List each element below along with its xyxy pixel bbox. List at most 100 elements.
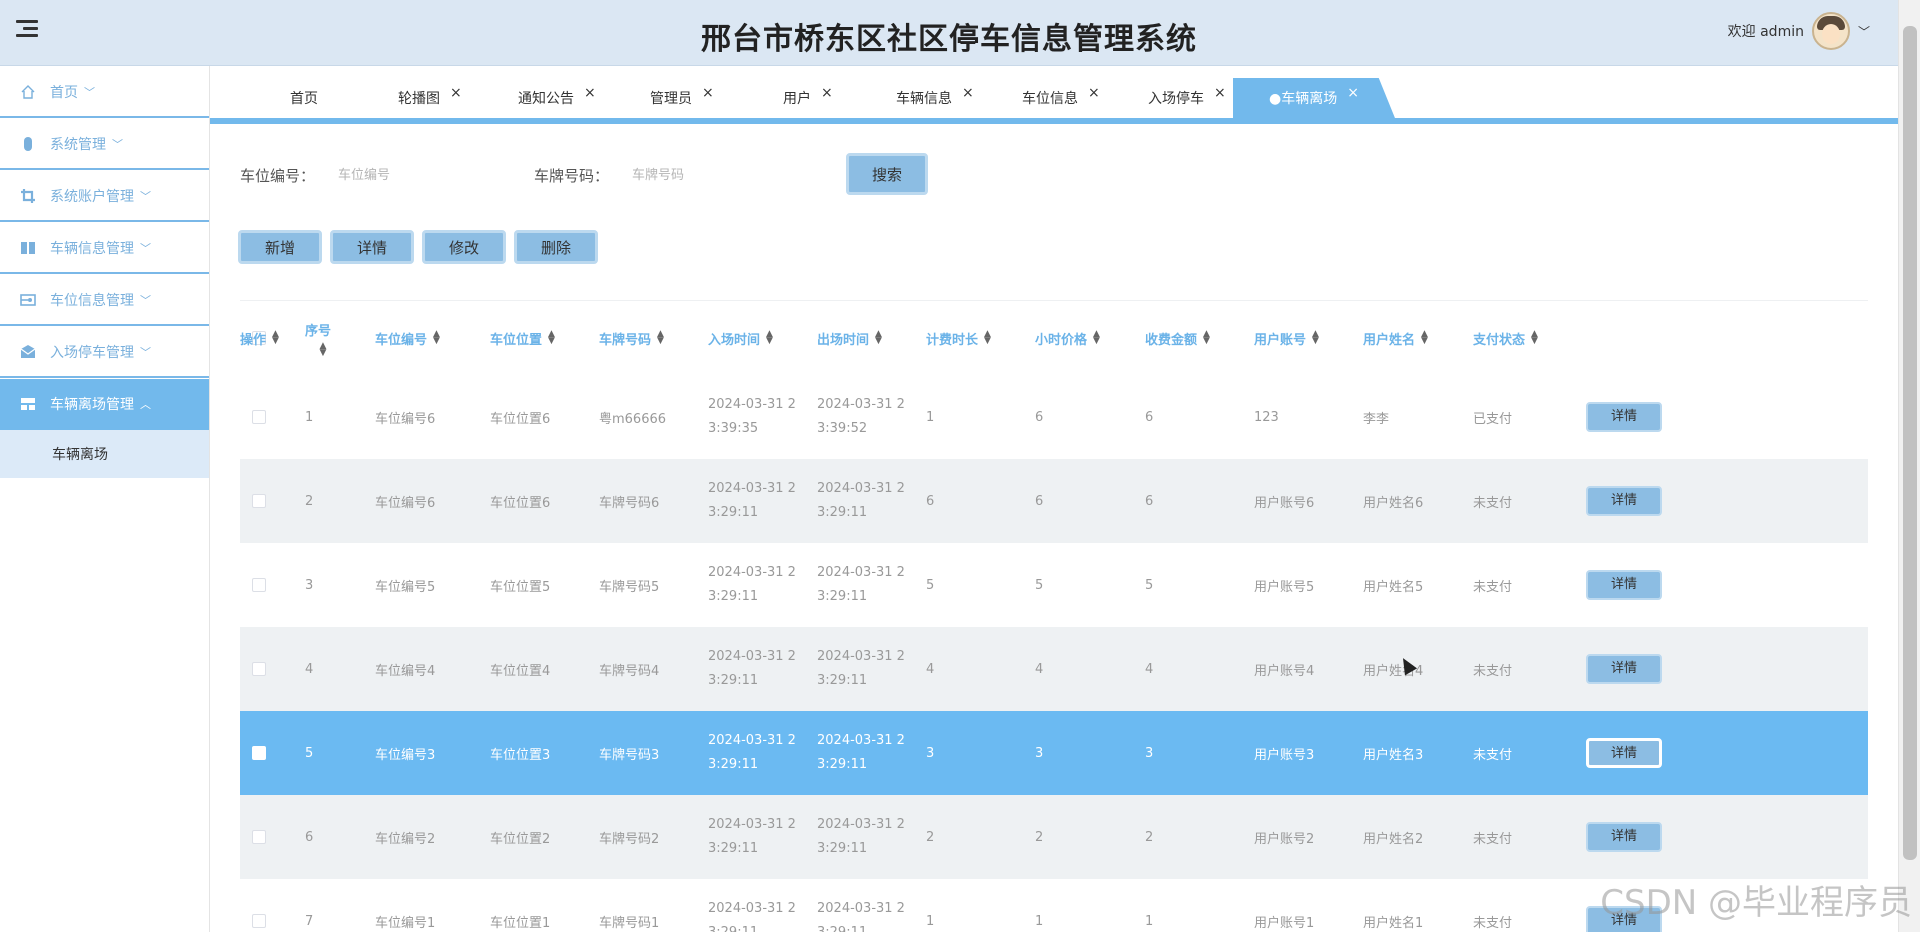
- cell-amount: 6: [1145, 493, 1154, 509]
- delete-button[interactable]: 删除: [514, 230, 598, 264]
- plate-input[interactable]: [632, 160, 792, 190]
- add-button[interactable]: 新增: [238, 230, 322, 264]
- sidebar-subitem-exit[interactable]: 车辆离场: [0, 430, 209, 478]
- cell-in-time: 2024-03-31 2 3:29:11: [708, 481, 796, 520]
- column-header-out-time[interactable]: 出场时间 ▲ ▼: [817, 301, 882, 375]
- column-header-no[interactable]: 序号 ▲ ▼: [305, 301, 331, 375]
- avatar[interactable]: [1811, 12, 1850, 50]
- table-row[interactable]: 1 车位编号6 车位位置6 粤m66666 2024-03-31 2 3:39:35 20…: [240, 375, 1868, 459]
- sort-icon[interactable]: ▲ ▼: [272, 330, 279, 346]
- sidebar-item-entry-parking[interactable]: 入场停车管理 ﹀: [0, 326, 209, 378]
- tab-exit-parking[interactable]: ●车辆离场 ×: [1233, 78, 1395, 118]
- row-detail-button[interactable]: 详情: [1586, 822, 1662, 852]
- tab-space-info[interactable]: 车位信息 ×: [1022, 78, 1100, 118]
- sidebar-item-vehicles[interactable]: 车辆信息管理 ﹀: [0, 222, 209, 274]
- row-checkbox[interactable]: [252, 879, 266, 932]
- close-icon[interactable]: ×: [962, 85, 974, 101]
- sort-icon[interactable]: ▲ ▼: [766, 330, 773, 346]
- column-header-price[interactable]: 小时价格 ▲ ▼: [1035, 301, 1100, 375]
- cell-account: 用户账号3: [1254, 747, 1315, 763]
- tab-users[interactable]: 用户 ×: [783, 78, 833, 118]
- cell-no: 2: [305, 493, 314, 509]
- column-header-amount[interactable]: 收费金额 ▲ ▼: [1145, 301, 1210, 375]
- sort-icon[interactable]: ▲ ▼: [875, 330, 882, 346]
- sort-icon[interactable]: ▲ ▼: [984, 330, 991, 346]
- sidebar-item-system[interactable]: 系统管理 ﹀: [0, 118, 209, 170]
- row-checkbox[interactable]: [252, 459, 266, 543]
- column-header-actions[interactable]: 操作 ▲ ▼: [240, 301, 279, 375]
- column-header-status[interactable]: 支付状态 ▲ ▼: [1473, 301, 1538, 375]
- row-detail-button[interactable]: 详情: [1586, 654, 1662, 684]
- edit-button[interactable]: 修改: [422, 230, 506, 264]
- column-header-label: 出场时间: [817, 332, 870, 348]
- app-window: 邢台市桥东区社区停车信息管理系统 欢迎 admin ﹀ 首页 ﹀ 系统管理 ﹀ …: [0, 0, 1920, 932]
- row-checkbox[interactable]: [252, 711, 266, 795]
- detail-button[interactable]: 详情: [330, 230, 414, 264]
- tab-carousel[interactable]: 轮播图 ×: [398, 78, 462, 118]
- sidebar-item-home[interactable]: 首页 ﹀: [0, 66, 209, 118]
- cell-space-no: 车位编号3: [375, 747, 436, 763]
- cell-amount: 2: [1145, 829, 1154, 845]
- cell-out-time: 2024-03-31 2 3:29:11: [817, 565, 905, 604]
- row-detail-button[interactable]: 详情: [1586, 402, 1662, 432]
- column-header-space-loc[interactable]: 车位位置 ▲ ▼: [490, 301, 555, 375]
- sort-icon[interactable]: ▲ ▼: [1531, 330, 1538, 346]
- sidebar-item-spaces[interactable]: 车位信息管理 ﹀: [0, 274, 209, 326]
- vertical-scrollbar[interactable]: [1898, 0, 1920, 932]
- table-row[interactable]: 5 车位编号3 车位位置3 车牌号码3 2024-03-31 2 3:29:11 2024…: [240, 711, 1868, 795]
- sort-icon[interactable]: ▲ ▼: [657, 330, 664, 346]
- sidebar-item-accounts[interactable]: 系统账户管理 ﹀: [0, 170, 209, 222]
- row-detail-button[interactable]: 详情: [1586, 738, 1662, 768]
- cell-status: 未支付: [1473, 579, 1513, 595]
- sort-icon[interactable]: ▲ ▼: [433, 330, 440, 346]
- row-detail-button[interactable]: 详情: [1586, 486, 1662, 516]
- column-header-account[interactable]: 用户账号 ▲ ▼: [1254, 301, 1319, 375]
- tab-label: 车位信息: [1022, 91, 1078, 107]
- row-checkbox[interactable]: [252, 627, 266, 711]
- close-icon[interactable]: ×: [702, 85, 714, 101]
- tab-entry-parking[interactable]: 入场停车 ×: [1148, 78, 1226, 118]
- cell-no: 3: [305, 577, 314, 593]
- column-header-label: 操作: [240, 332, 267, 348]
- chevron-down-icon: ﹀: [140, 345, 151, 359]
- chevron-down-icon: ﹀: [140, 189, 151, 203]
- sidebar-item-exit-parking[interactable]: 车辆离场管理 ︿: [0, 378, 209, 430]
- tab-notices[interactable]: 通知公告 ×: [518, 78, 596, 118]
- column-header-space-no[interactable]: 车位编号 ▲ ▼: [375, 301, 440, 375]
- close-icon[interactable]: ×: [1214, 85, 1226, 101]
- sort-icon[interactable]: ▲ ▼: [548, 330, 555, 346]
- column-header-plate[interactable]: 车牌号码 ▲ ▼: [599, 301, 664, 375]
- table-row[interactable]: 6 车位编号2 车位位置2 车牌号码2 2024-03-31 2 3:29:11 2024…: [240, 795, 1868, 879]
- sort-icon[interactable]: ▲ ▼: [1093, 330, 1100, 346]
- sort-icon[interactable]: ▲ ▼: [1203, 330, 1210, 346]
- sort-icon[interactable]: ▲ ▼: [320, 341, 327, 357]
- close-icon[interactable]: ×: [1088, 85, 1100, 101]
- row-detail-button[interactable]: 详情: [1586, 570, 1662, 600]
- space-no-input[interactable]: [338, 160, 498, 190]
- tab-admins[interactable]: 管理员 ×: [650, 78, 714, 118]
- tab-home[interactable]: 首页: [290, 78, 318, 118]
- scrollbar-thumb[interactable]: [1903, 26, 1917, 860]
- column-header-duration[interactable]: 计费时长 ▲ ▼: [926, 301, 991, 375]
- row-checkbox[interactable]: [252, 375, 266, 459]
- table-row[interactable]: 3 车位编号5 车位位置5 车牌号码5 2024-03-31 2 3:29:11 2024…: [240, 543, 1868, 627]
- column-header-in-time[interactable]: 入场时间 ▲ ▼: [708, 301, 773, 375]
- user-menu[interactable]: 欢迎 admin ﹀: [1728, 12, 1870, 50]
- cell-out-time: 2024-03-31 2 3:29:11: [817, 817, 905, 856]
- column-header-name[interactable]: 用户姓名 ▲ ▼: [1363, 301, 1428, 375]
- tab-vehicle-info[interactable]: 车辆信息 ×: [896, 78, 974, 118]
- close-icon[interactable]: ×: [821, 85, 833, 101]
- close-icon[interactable]: ×: [584, 85, 596, 101]
- sort-icon[interactable]: ▲ ▼: [1421, 330, 1428, 346]
- table-row[interactable]: 2 车位编号6 车位位置6 车牌号码6 2024-03-31 2 3:29:11 2024…: [240, 459, 1868, 543]
- close-icon[interactable]: ×: [1347, 85, 1359, 101]
- table-row[interactable]: 4 车位编号4 车位位置4 车牌号码4 2024-03-31 2 3:29:11 2024…: [240, 627, 1868, 711]
- sort-icon[interactable]: ▲ ▼: [1312, 330, 1319, 346]
- search-button[interactable]: 搜索: [846, 153, 928, 195]
- tab-label: ●车辆离场: [1269, 91, 1338, 107]
- row-checkbox[interactable]: [252, 795, 266, 879]
- cell-in-time: 2024-03-31 2 3:29:11: [708, 817, 796, 856]
- row-checkbox[interactable]: [252, 543, 266, 627]
- close-icon[interactable]: ×: [450, 85, 462, 101]
- chevron-down-icon[interactable]: ﹀: [1858, 23, 1870, 40]
